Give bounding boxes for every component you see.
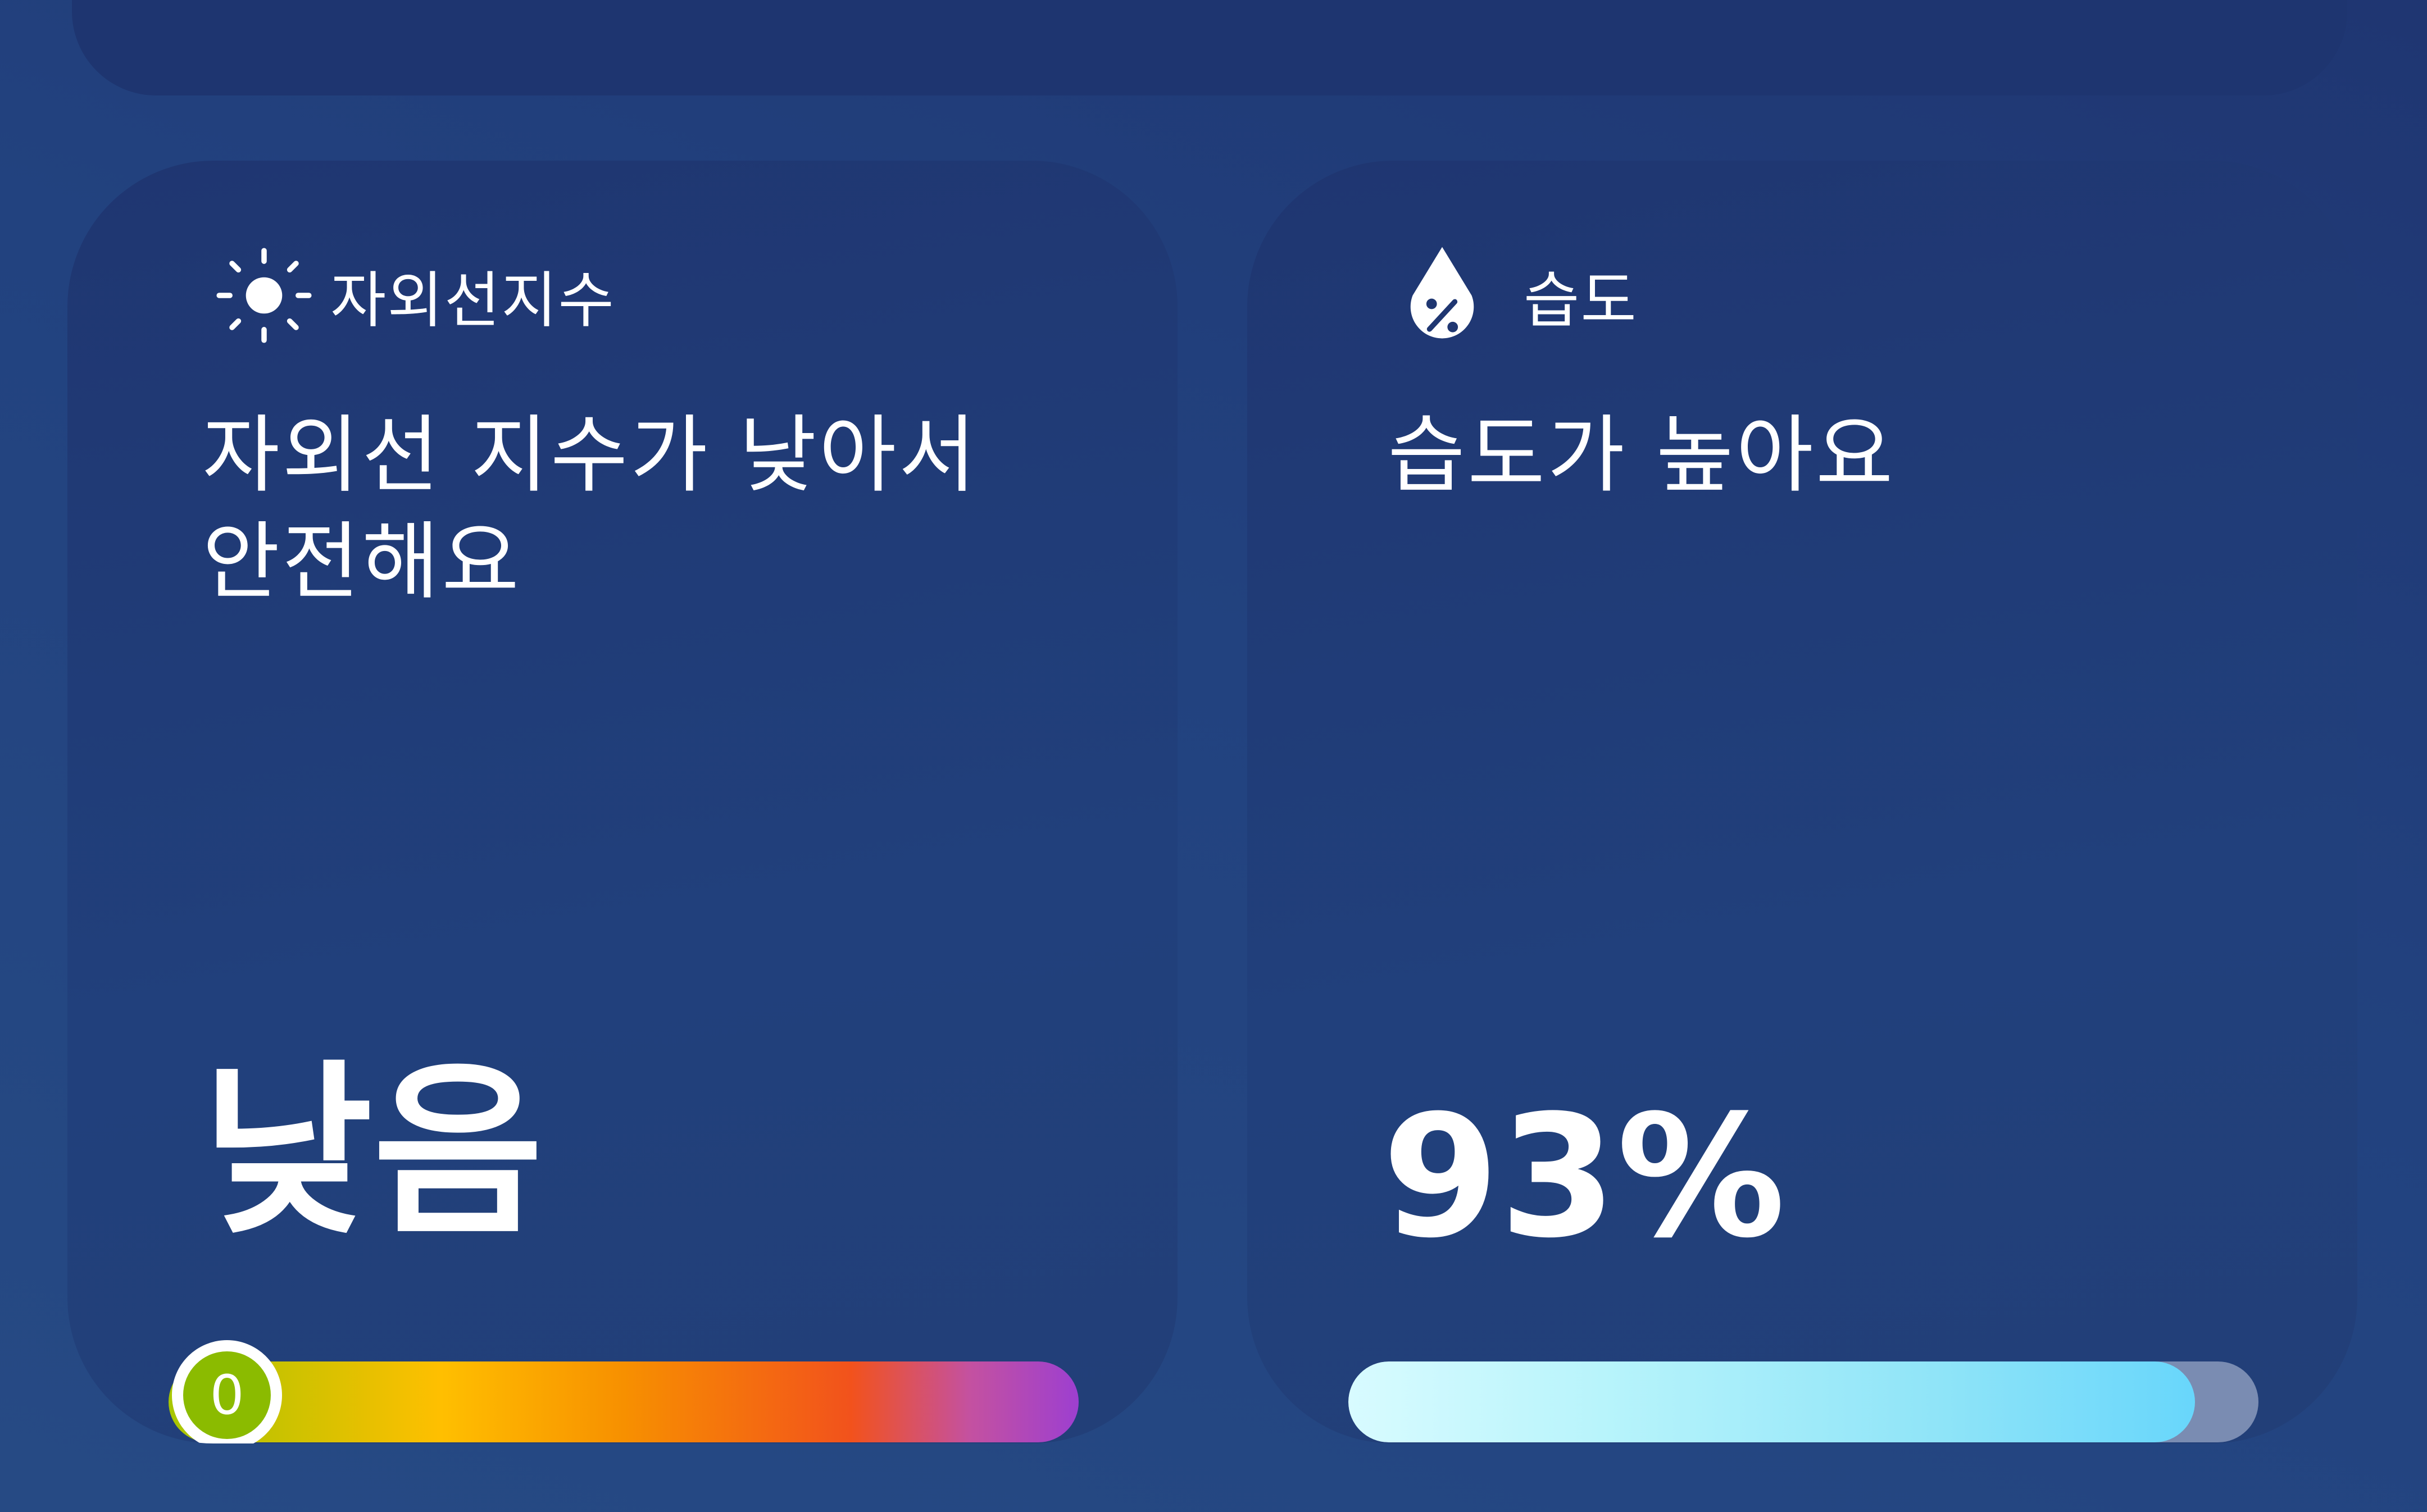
uv-level-text: 낮음 <box>202 1044 544 1260</box>
humidity-drop-icon <box>1400 239 1484 352</box>
humidity-bar-fill <box>1348 1361 2195 1442</box>
uv-index-value: 0 <box>183 1351 271 1439</box>
uv-description: 자외선 지수가 낮아서 안전해요 <box>202 407 979 611</box>
uv-index-card[interactable]: 자외선지수 자외선 지수가 낮아서 안전해요 낮음 0 <box>67 161 1178 1443</box>
uv-scale-bar <box>169 1361 1079 1442</box>
sun-icon <box>208 239 320 352</box>
humidity-card-header: 습도 <box>1400 247 1638 340</box>
humidity-bar-track <box>1348 1361 2258 1442</box>
humidity-card-label: 습도 <box>1524 266 1638 336</box>
uv-card-label: 자외선지수 <box>330 266 615 336</box>
previous-card-bottom <box>72 0 2347 95</box>
humidity-description: 습도가 높아요 <box>1388 407 1896 504</box>
uv-scale-marker: 0 <box>172 1340 282 1443</box>
humidity-card[interactable]: 습도 습도가 높아요 93% <box>1247 161 2357 1443</box>
uv-card-header: 자외선지수 <box>208 248 615 343</box>
humidity-value: 93% <box>1382 1079 1786 1275</box>
